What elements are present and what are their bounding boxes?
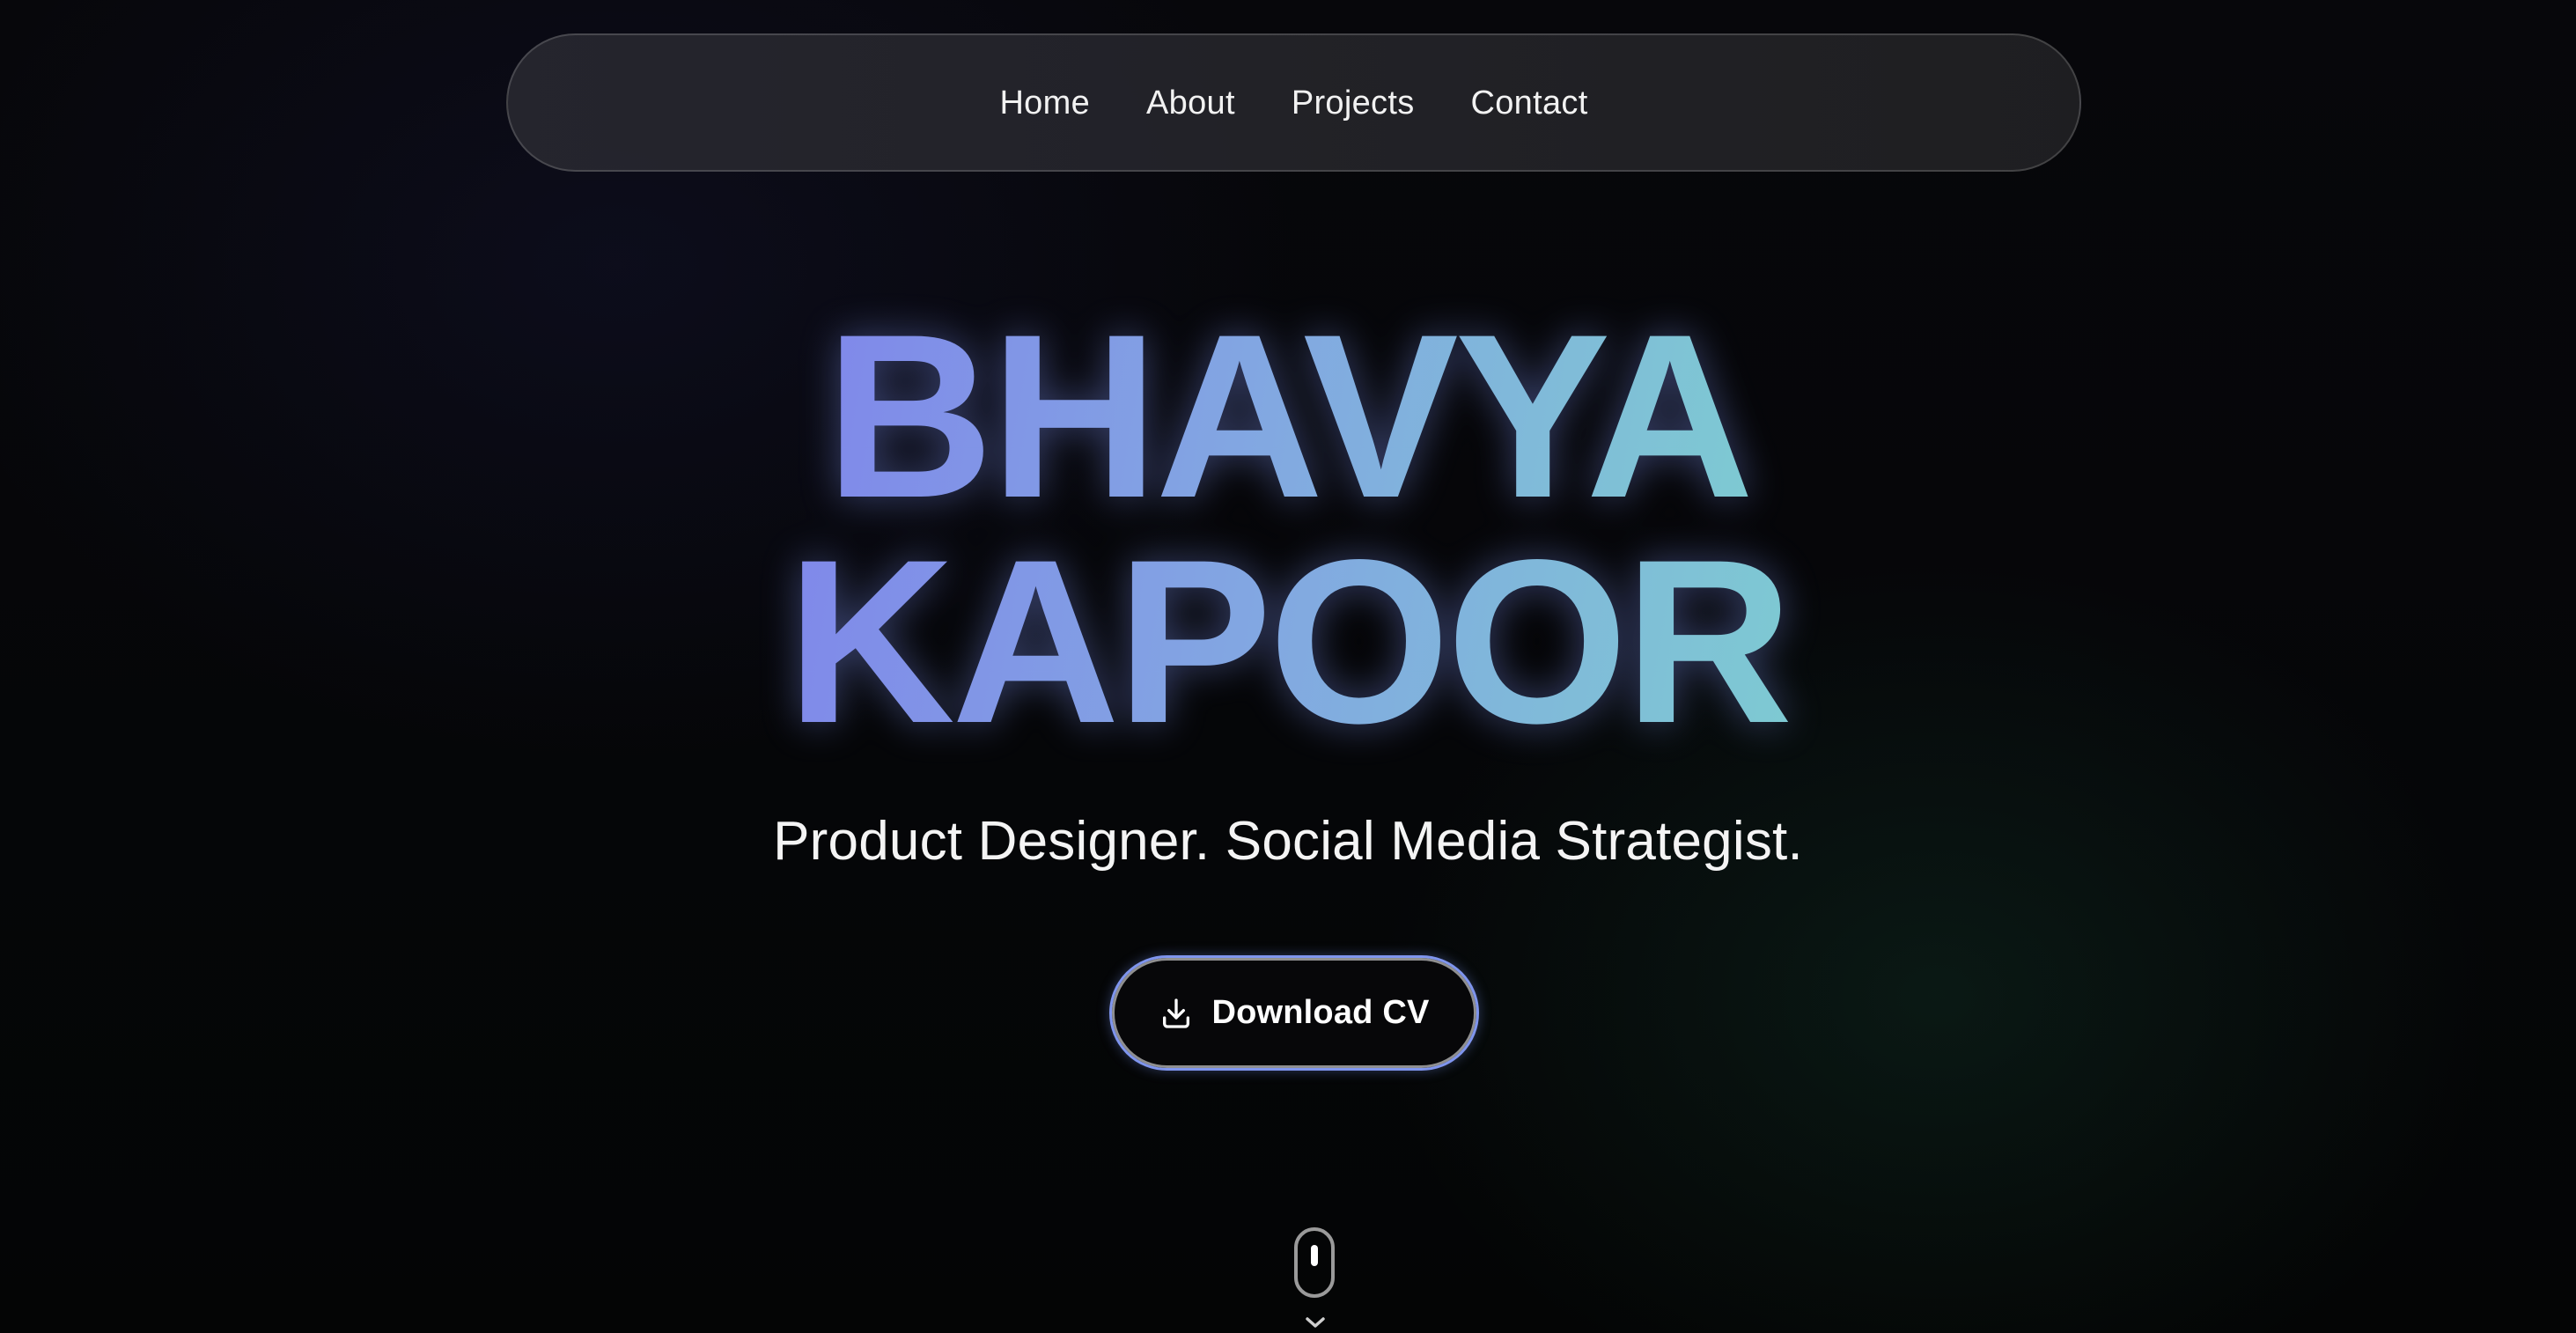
nav-link-projects[interactable]: Projects — [1292, 86, 1415, 120]
nav-link-home[interactable]: Home — [999, 86, 1090, 120]
mouse-wheel — [1311, 1245, 1318, 1266]
chevron-down-icon[interactable] — [1299, 1317, 1331, 1333]
main-navigation: Home About Projects Contact — [506, 33, 2081, 172]
nav-link-contact[interactable]: Contact — [1471, 86, 1588, 120]
nav-link-about[interactable]: About — [1146, 86, 1235, 120]
hero-tagline: Product Designer. Social Media Strategis… — [773, 811, 1803, 872]
hero-name: BHAVYA KAPOOR — [0, 286, 2576, 772]
download-icon — [1159, 996, 1194, 1031]
hero-name-last: KAPOOR — [786, 512, 1792, 772]
download-cv-label: Download CV — [1211, 994, 1430, 1031]
mouse-icon[interactable] — [1294, 1227, 1335, 1298]
hero-name-first: BHAVYA — [825, 286, 1754, 547]
download-cv-button[interactable]: Download CV — [1109, 955, 1479, 1071]
